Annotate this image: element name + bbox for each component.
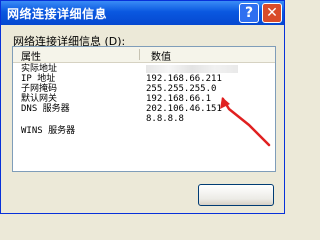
close-icon: ✕ bbox=[266, 5, 278, 21]
row-property: 子网掩码 bbox=[21, 84, 58, 94]
column-header-property[interactable]: 属性 bbox=[21, 48, 41, 63]
help-button[interactable]: ? bbox=[239, 3, 259, 23]
network-details-dialog: 网络连接详细信息 ? ✕ 网络连接详细信息 (D): 属性 数值 实际地址 IP… bbox=[0, 0, 285, 214]
row-property: 实际地址 bbox=[21, 64, 58, 74]
help-icon: ? bbox=[244, 5, 254, 21]
list-row[interactable]: 默认网关 192.168.66.1 bbox=[13, 94, 275, 104]
details-list[interactable]: 属性 数值 实际地址 IP 地址 192.168.66.211 子网掩码 255… bbox=[12, 46, 276, 172]
row-value: 255.255.255.0 bbox=[146, 84, 217, 94]
list-header: 属性 数值 bbox=[13, 47, 275, 63]
row-value: 8.8.8.8 bbox=[146, 114, 184, 124]
row-property: WINS 服务器 bbox=[21, 126, 76, 136]
row-value: 192.168.66.1 bbox=[146, 94, 212, 104]
title-bar[interactable]: 网络连接详细信息 ? ✕ bbox=[1, 1, 284, 25]
list-row[interactable]: WINS 服务器 bbox=[13, 126, 275, 136]
row-property: IP 地址 bbox=[21, 74, 56, 84]
close-button[interactable]: ✕ bbox=[262, 3, 282, 23]
row-value-redacted bbox=[146, 64, 238, 74]
list-row[interactable]: DNS 服务器 202.106.46.151 bbox=[13, 104, 275, 114]
list-row[interactable]: 实际地址 bbox=[13, 64, 275, 74]
row-value: 202.106.46.151 bbox=[146, 104, 222, 114]
redaction-blur bbox=[146, 64, 238, 73]
row-value: 192.168.66.211 bbox=[146, 74, 222, 84]
column-header-value[interactable]: 数值 bbox=[151, 48, 171, 63]
row-property: 默认网关 bbox=[21, 94, 58, 104]
list-row[interactable]: IP 地址 192.168.66.211 bbox=[13, 74, 275, 84]
list-row[interactable]: 子网掩码 255.255.255.0 bbox=[13, 84, 275, 94]
window-title: 网络连接详细信息 bbox=[7, 7, 108, 21]
list-row[interactable]: 8.8.8.8 bbox=[13, 114, 275, 124]
column-divider[interactable] bbox=[139, 49, 140, 60]
close-dialog-button[interactable] bbox=[198, 184, 274, 206]
row-property: DNS 服务器 bbox=[21, 104, 70, 114]
